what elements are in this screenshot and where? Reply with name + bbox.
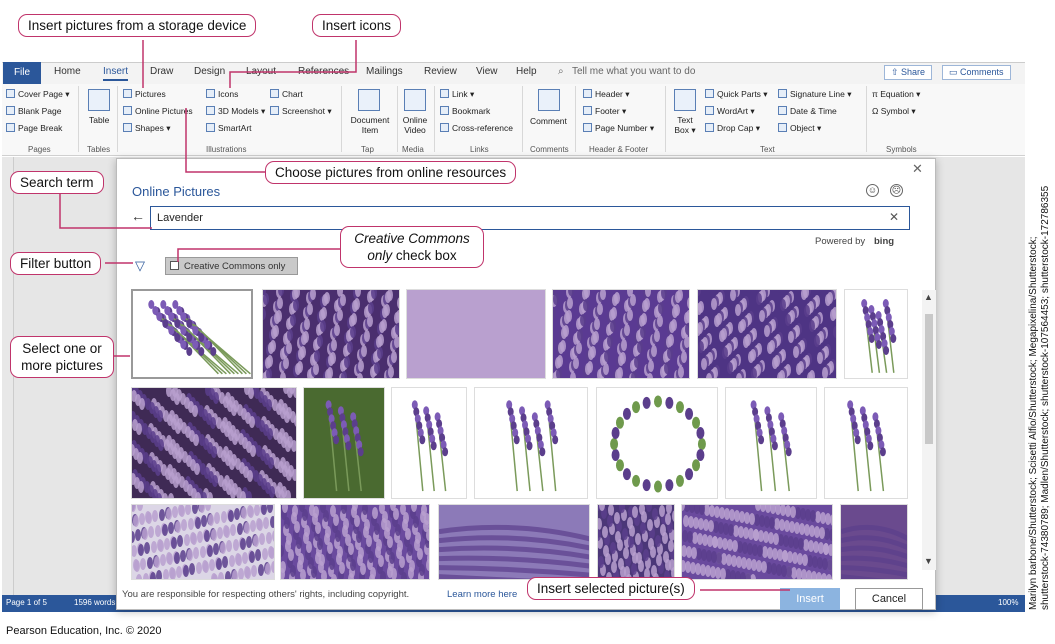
callout-online: Choose pictures from online resources <box>265 161 517 184</box>
callout-icons: Insert icons <box>312 14 402 37</box>
callout-creative-commons: Creative Commons only check box <box>340 226 484 268</box>
callout-insert-selected: Insert selected picture(s) <box>527 577 695 600</box>
callout-storage: Insert pictures from a storage device <box>18 14 257 37</box>
callout-filter: Filter button <box>10 252 102 275</box>
callout-leader-lines <box>59 40 790 591</box>
photo-credits-line1: Marilyn barbone/Shutterstock; Scisetti A… <box>1028 236 1039 610</box>
cc-callout-only: only <box>367 248 393 263</box>
cc-callout-rest: check box <box>392 248 457 263</box>
callout-select-pictures: Select one or more pictures <box>10 336 114 378</box>
select-callout-line1: Select one or <box>22 341 102 356</box>
photo-credits-side: Marilyn barbone/Shutterstock; Scisetti A… <box>1028 185 1051 610</box>
copyright-credit: Pearson Education, Inc. © 2020 <box>6 625 162 637</box>
callout-search-term: Search term <box>10 171 104 194</box>
select-callout-line2: more pictures <box>21 358 103 373</box>
photo-credits-line2: shutterstock-74380789; Madlen/Shuttersto… <box>1040 185 1051 610</box>
cc-callout-line1: Creative Commons <box>354 231 470 246</box>
